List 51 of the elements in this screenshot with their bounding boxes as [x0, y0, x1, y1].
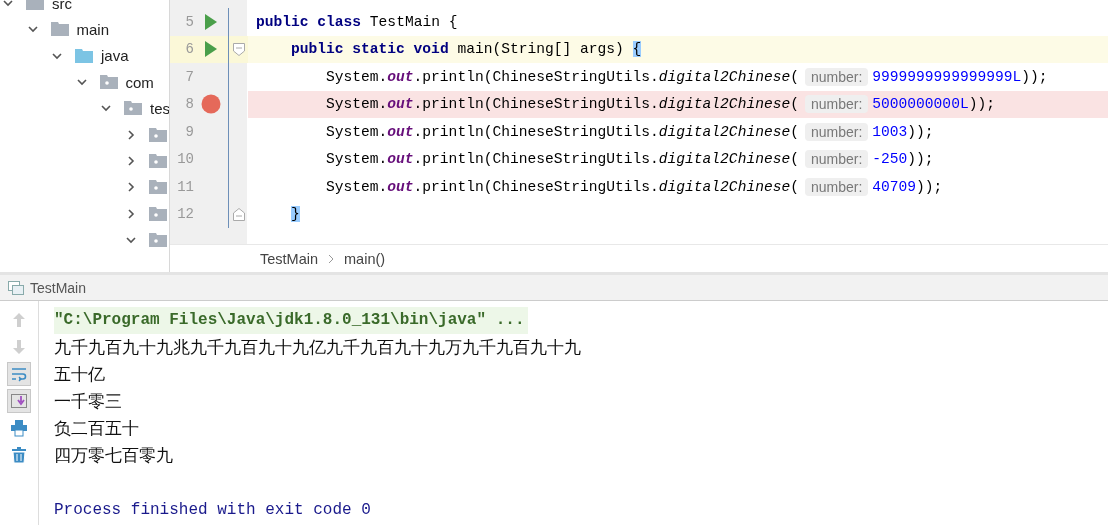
folder-icon [148, 180, 167, 195]
folder-icon [26, 0, 44, 11]
code-line: System.out.println(ChineseStringUtils.digital2Chinese( number: 9999999999999999L)); [325, 66, 1049, 88]
console-output-line: 四万零七百零九 [54, 444, 174, 467]
run-icon[interactable] [205, 13, 217, 30]
breakpoint-icon[interactable] [201, 94, 221, 115]
line-number: 5 [184, 13, 194, 30]
line-number: 12 [176, 206, 194, 223]
window-icon [8, 280, 24, 295]
folder-icon [50, 22, 69, 37]
printer-icon [10, 419, 28, 437]
code-line: System.out.println(ChineseStringUtils.digital2Chinese( number: -250)); [325, 149, 935, 171]
line-number: 10 [176, 151, 194, 168]
tree-item-label[interactable]: tes [150, 99, 169, 117]
code-line: System.out.println(ChineseStringUtils.digital2Chinese( number: 40709)); [325, 176, 944, 198]
trash-icon [10, 446, 28, 464]
code-line: System.out.println(ChineseStringUtils.digital2Chinese( number: 1003)); [325, 121, 935, 143]
folder-icon [99, 75, 118, 90]
code-line: public class TestMain { [255, 12, 459, 32]
folder-icon [148, 153, 167, 168]
console-exit-message: Process finished with exit code 0 [54, 500, 372, 521]
scroll-end-button[interactable] [7, 389, 31, 413]
folder-icon [148, 206, 167, 221]
chevron-right-icon [328, 253, 335, 264]
tree-item-label[interactable]: src [52, 0, 72, 12]
tree-item-label[interactable]: com [125, 73, 154, 91]
console-output-line: 一千零三 [54, 390, 123, 413]
line-number: 7 [184, 68, 194, 85]
console-output-line: 九千九百九十九兆九千九百九十九亿九千九百九十九万九千九百九十九 [54, 336, 581, 359]
line-number: 11 [176, 178, 194, 195]
line-number: 9 [184, 123, 194, 140]
run-tab-title[interactable]: TestMain [30, 279, 87, 296]
soft-wrap-button[interactable] [7, 362, 31, 386]
tree-item-label[interactable]: main [76, 20, 109, 38]
console-output-line: 负二百五十 [54, 417, 140, 440]
scroll-down-icon [10, 392, 28, 410]
line-number: 6 [184, 41, 194, 58]
wrap-icon [10, 365, 28, 383]
fold-icon[interactable] [233, 42, 245, 56]
folder-icon [75, 48, 93, 63]
folder-icon [148, 232, 167, 247]
folder-icon [148, 127, 167, 142]
tree-item-label[interactable]: java [101, 47, 129, 65]
line-number: 8 [184, 96, 194, 113]
code-line: public static void main(String[] args) { [290, 40, 643, 60]
fold-icon[interactable] [233, 207, 245, 221]
console-output-line: 五十亿 [54, 363, 106, 386]
folder-icon [124, 101, 142, 116]
breadcrumb[interactable]: TestMain [260, 250, 319, 267]
breadcrumb[interactable]: main() [344, 250, 386, 267]
run-icon[interactable] [205, 41, 217, 58]
